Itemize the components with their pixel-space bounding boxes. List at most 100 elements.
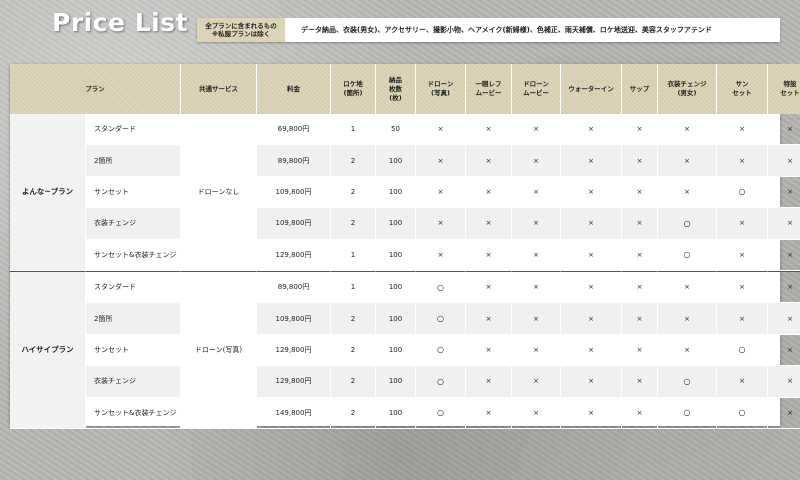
not-included-mark: × — [437, 156, 444, 165]
option-mark-cell: × — [561, 366, 622, 398]
not-included-mark: × — [739, 156, 745, 165]
option-mark-cell: × — [512, 114, 561, 146]
option-mark-cell: × — [561, 303, 622, 335]
not-included-mark: × — [588, 314, 594, 323]
option-mark-cell: × — [466, 176, 512, 209]
variant-cell: スタンダード — [86, 270, 181, 304]
not-included-mark: × — [485, 250, 492, 259]
included-mark: ○ — [683, 250, 691, 260]
price-table-panel: プラン 共通サービス 料金 ロケ地 (箇所) 納品 枚数 (枚) ドローン (写真) 一眼レフ ムービ… — [10, 64, 800, 429]
option-mark-cell: ○ — [658, 239, 717, 271]
not-included-mark: × — [588, 219, 594, 228]
photo-count-cell: 100 — [376, 208, 416, 240]
not-included-mark: × — [787, 314, 793, 323]
locations-cell: 2 — [331, 366, 376, 398]
header-drone-photo: ドローン (写真) — [416, 64, 466, 114]
not-included-mark: × — [739, 283, 745, 292]
option-mark-cell: × — [768, 177, 800, 209]
not-included-mark: × — [787, 156, 793, 165]
not-included-mark: × — [684, 156, 690, 165]
not-included-mark: × — [485, 314, 492, 323]
not-included-mark: × — [485, 345, 492, 354]
option-mark-cell: × — [717, 239, 768, 271]
option-mark-cell: × — [768, 240, 800, 271]
option-mark-cell: × — [658, 114, 717, 146]
not-included-mark: × — [533, 156, 539, 165]
not-included-mark: × — [588, 345, 594, 354]
not-included-mark: × — [636, 283, 643, 292]
not-included-mark: × — [787, 283, 793, 292]
not-included-mark: × — [787, 125, 793, 134]
not-included-mark: × — [787, 408, 793, 417]
locations-cell: 2 — [331, 397, 376, 429]
option-mark-cell: × — [622, 270, 658, 304]
variant-cell: スタンダード — [86, 114, 181, 146]
option-mark-cell: × — [717, 303, 768, 335]
option-mark-cell: ○ — [416, 397, 466, 429]
header-special-set: 特設 セット — [768, 64, 800, 114]
header-price: 料金 — [257, 64, 331, 114]
option-mark-cell: × — [466, 208, 512, 240]
included-banner-label: 全プランに含まれるもの ※私服プランは除く — [197, 18, 285, 42]
option-mark-cell: × — [466, 397, 512, 429]
option-mark-cell: × — [512, 334, 561, 367]
not-included-mark: × — [485, 283, 492, 292]
included-mark: ○ — [437, 282, 444, 292]
plan-name-cell: ハイサイプラン — [10, 270, 86, 429]
option-mark-cell: × — [416, 145, 466, 177]
option-mark-cell: × — [717, 208, 768, 240]
not-included-mark: × — [787, 345, 793, 354]
header-drone-movie: ドローン ムービー — [512, 64, 561, 114]
not-included-mark: × — [533, 408, 539, 417]
option-mark-cell: × — [717, 114, 768, 146]
included-banner: 全プランに含まれるもの ※私服プランは除く データ納品、衣装(男女)、アクセサリ… — [197, 18, 780, 42]
option-mark-cell: × — [768, 208, 800, 240]
table-row: 衣装チェンジ 129,800円 2 100 ○ × × × × ○ × × — [10, 366, 800, 398]
not-included-mark: × — [588, 156, 594, 165]
photo-count-cell: 100 — [376, 145, 416, 177]
photo-count-cell: 100 — [376, 176, 416, 209]
option-mark-cell: × — [658, 270, 717, 304]
option-mark-cell: × — [561, 397, 622, 429]
not-included-mark: × — [533, 377, 539, 386]
page-title: Price List — [52, 8, 189, 37]
option-mark-cell: × — [512, 145, 561, 177]
price-cell: 109,800円 — [257, 303, 331, 335]
option-mark-cell: × — [622, 145, 658, 177]
price-cell: 129,800円 — [257, 239, 331, 271]
not-included-mark: × — [787, 187, 793, 196]
option-mark-cell: ○ — [717, 334, 768, 367]
photo-count-cell: 100 — [376, 303, 416, 335]
photo-count-cell: 100 — [376, 397, 416, 429]
not-included-mark: × — [684, 283, 690, 292]
option-mark-cell: × — [561, 239, 622, 271]
not-included-mark: × — [739, 250, 745, 259]
option-mark-cell: × — [416, 239, 466, 271]
table-header-row: プラン 共通サービス 料金 ロケ地 (箇所) 納品 枚数 (枚) ドローン (写真) 一眼レフ ムービ… — [10, 64, 800, 114]
table-row: サンセット&衣装チェンジ 129,800円 1 100 × × × × × ○ × × — [10, 239, 800, 271]
option-mark-cell: × — [561, 270, 622, 304]
option-mark-cell: × — [622, 208, 658, 240]
not-included-mark: × — [739, 219, 745, 228]
locations-cell: 2 — [331, 145, 376, 177]
not-included-mark: × — [485, 156, 492, 165]
option-mark-cell: × — [622, 239, 658, 271]
option-mark-cell: × — [622, 114, 658, 146]
option-mark-cell: × — [622, 334, 658, 367]
option-mark-cell: ○ — [658, 366, 717, 398]
table-body: よんな~プラン スタンダード ドローンなし 69,800円 1 50 × × × × × × × × 2箇所… — [10, 114, 800, 429]
header-water-in: ウォーターイン — [561, 64, 622, 114]
not-included-mark: × — [437, 187, 444, 196]
price-cell: 109,800円 — [257, 176, 331, 209]
header-locations: ロケ地 (箇所) — [331, 64, 376, 114]
table-row: 衣装チェンジ 109,800円 2 100 × × × × × ○ × × — [10, 208, 800, 240]
photo-count-cell: 100 — [376, 366, 416, 398]
price-cell: 129,800円 — [257, 366, 331, 398]
option-mark-cell: × — [658, 145, 717, 177]
not-included-mark: × — [588, 283, 594, 292]
option-mark-cell: × — [416, 114, 466, 146]
included-mark: ○ — [437, 408, 444, 418]
not-included-mark: × — [588, 125, 594, 134]
option-mark-cell: × — [416, 176, 466, 209]
not-included-mark: × — [739, 377, 745, 386]
